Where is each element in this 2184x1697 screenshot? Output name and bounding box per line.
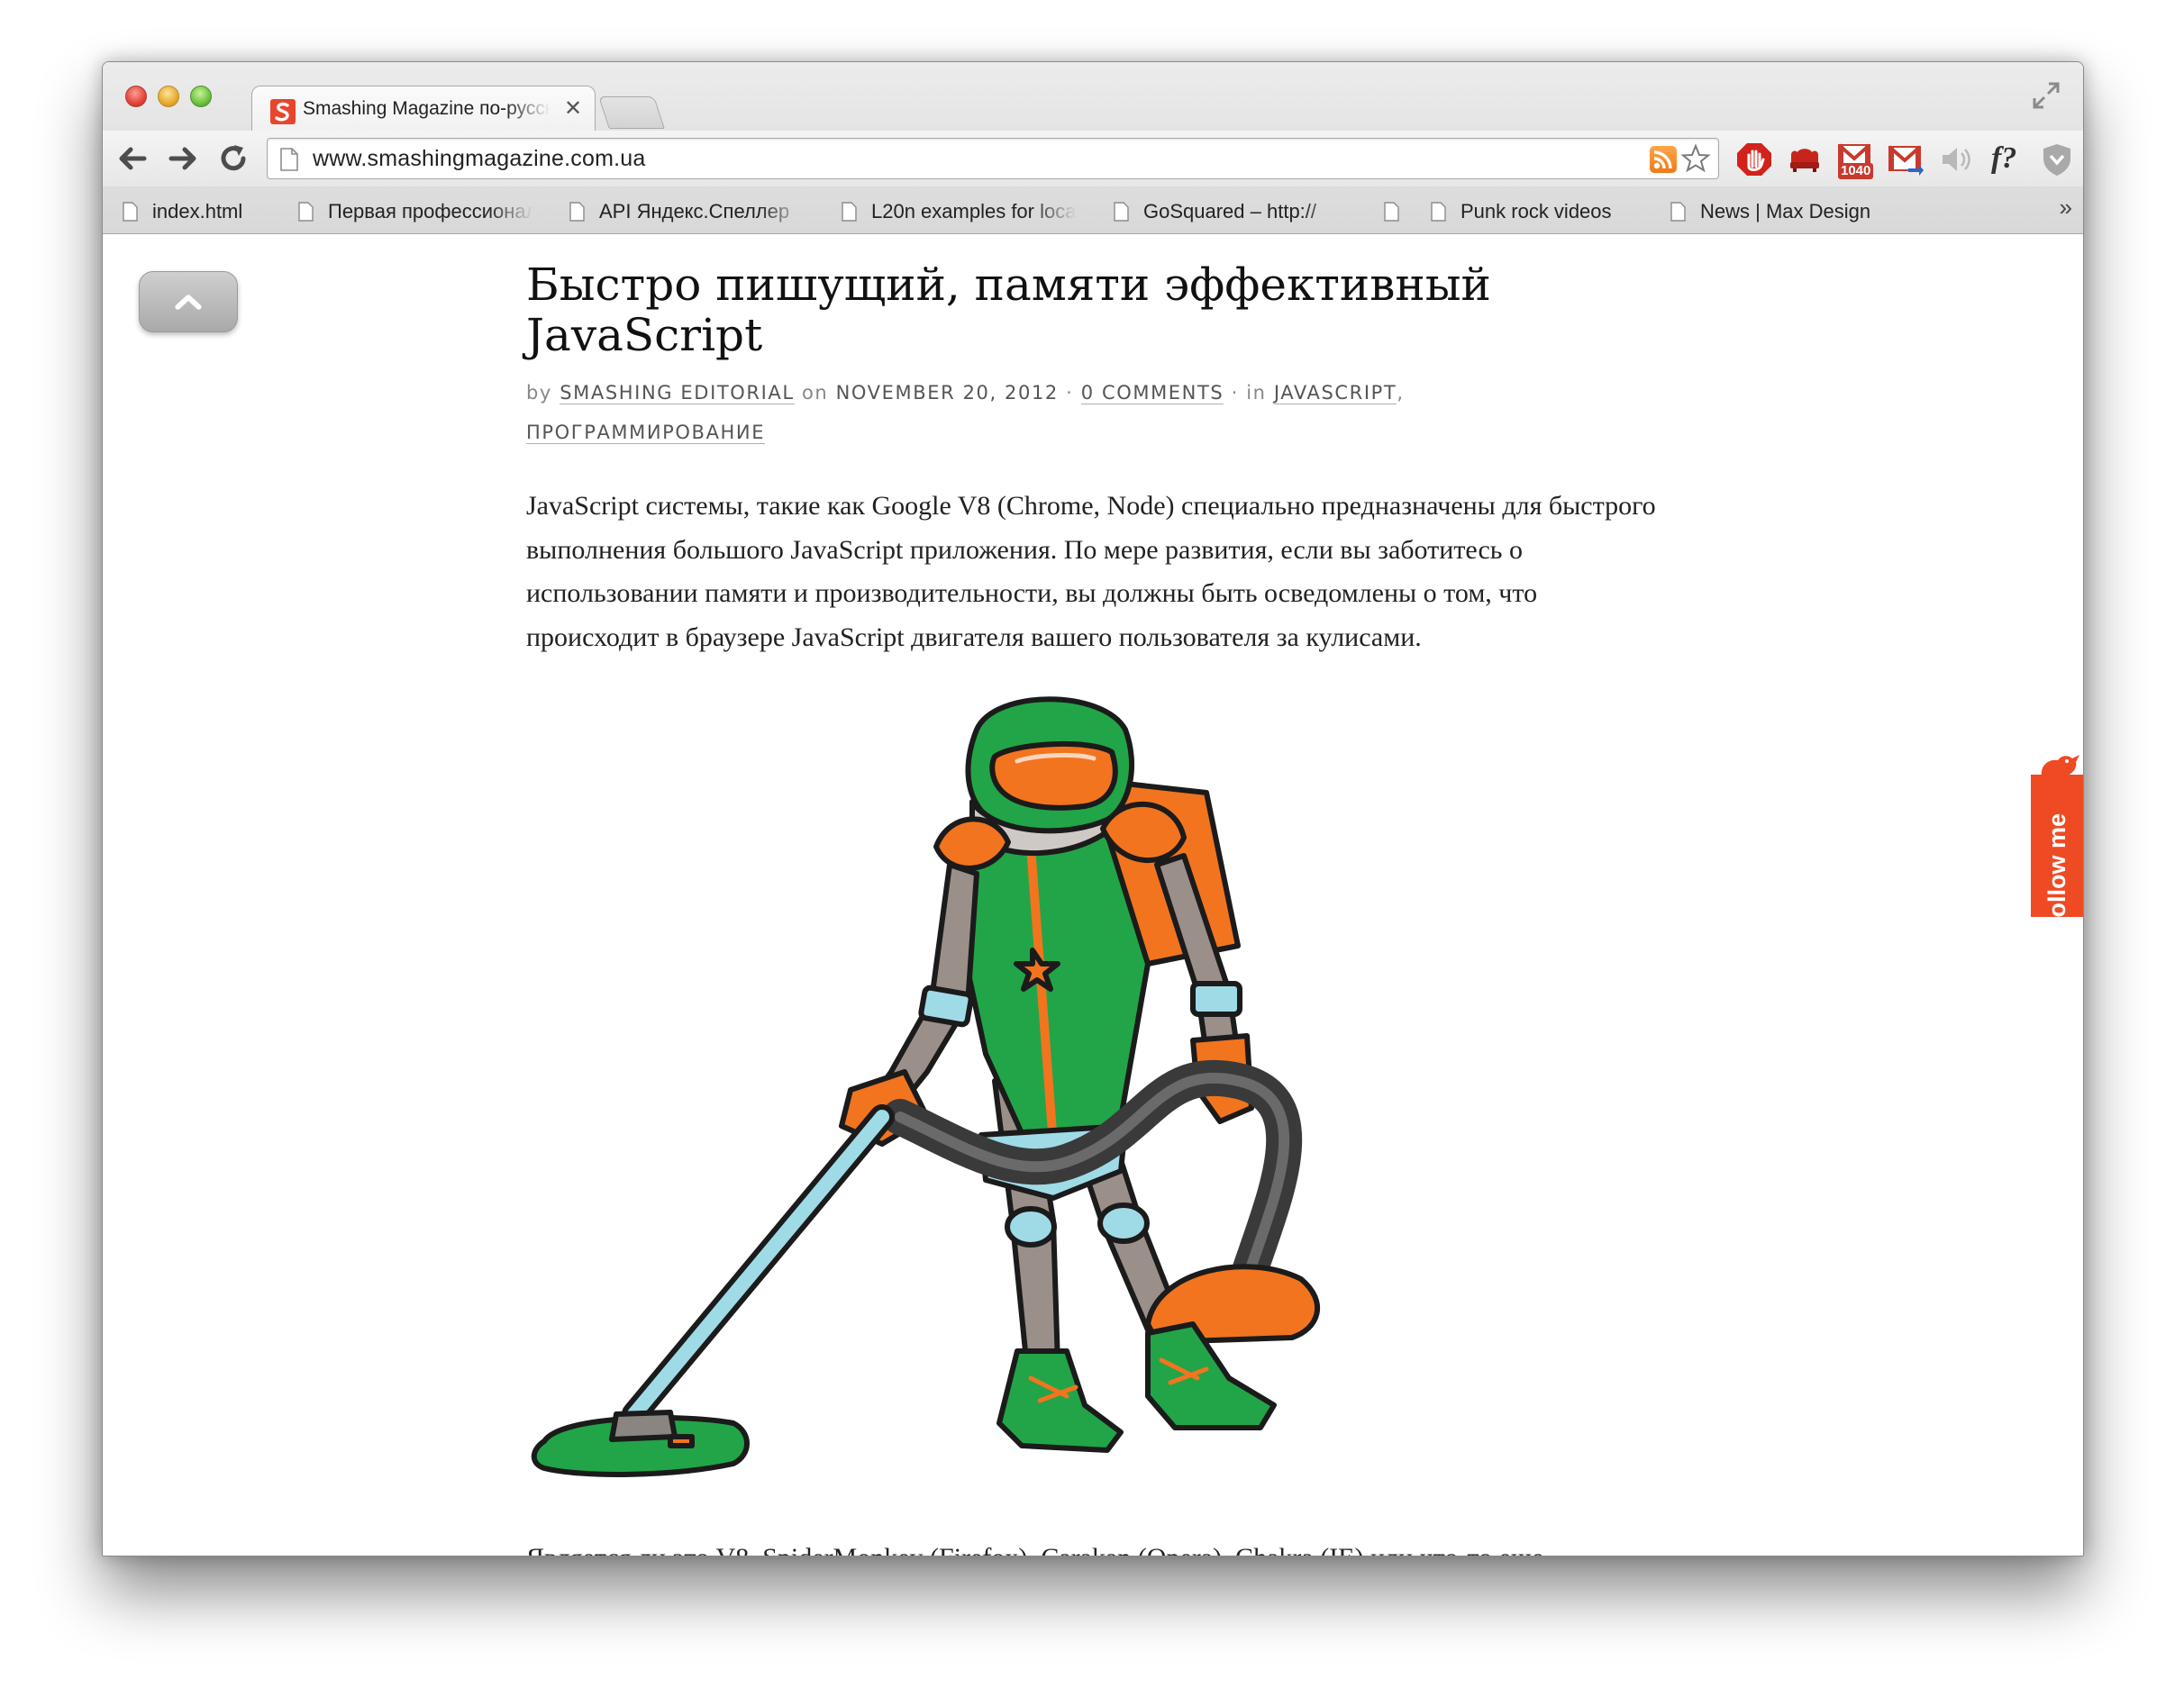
speaker-icon[interactable] <box>1937 141 1975 177</box>
meta-on-label: on <box>801 382 829 404</box>
close-tab-icon[interactable]: ✕ <box>564 95 582 122</box>
page-icon <box>569 202 585 222</box>
page-icon <box>1114 202 1129 222</box>
browser-toolbar: www.smashingmagazine.com.ua 1040 f? <box>103 131 2083 186</box>
article-meta: by Smashing Editorial on November 20, 20… <box>526 373 1661 452</box>
address-url[interactable]: www.smashingmagazine.com.ua <box>313 146 645 172</box>
bookmark-yandex-speller[interactable]: API Яндекс.Спеллер <box>569 199 805 224</box>
article-next-paragraph: Является ли это V8, SpiderMonkey (Firefo… <box>526 1537 1670 1556</box>
zoom-window-button[interactable] <box>190 86 212 107</box>
meta-separator: · <box>1231 382 1239 404</box>
article-intro: JavaScript системы, такие как Google V8 … <box>526 491 1656 652</box>
chevron-up-icon <box>175 295 202 310</box>
arrow-right-icon[interactable] <box>164 140 202 177</box>
page-icon <box>298 202 314 222</box>
adblock-icon[interactable] <box>1735 141 1773 177</box>
gmail-unread-badge: 1040 <box>1838 163 1874 179</box>
author-link[interactable]: Smashing Editorial <box>560 382 795 404</box>
smashing-favicon-icon <box>270 99 296 124</box>
bookmark-label: GoSquared – http:// <box>1143 200 1317 222</box>
category-link-programming[interactable]: Программирование <box>526 422 766 444</box>
bookmark-label: API Яндекс.Спеллер <box>599 200 790 222</box>
arrow-left-icon[interactable] <box>114 140 151 177</box>
tab-title: Smashing Magazine по-русски <box>303 98 551 119</box>
comments-link[interactable]: 0 Comments <box>1080 382 1224 404</box>
bookmarks-bar: index.html Первая профессиональная API Я… <box>103 186 2083 231</box>
meta-comma: , <box>1397 382 1405 404</box>
bookmark-max-design[interactable]: News | Max Design <box>1670 199 1870 224</box>
page-icon <box>280 148 298 171</box>
meta-by-label: by <box>526 382 552 404</box>
page-icon <box>1384 202 1399 222</box>
follow-tab-body: Follow me <box>2031 775 2083 932</box>
new-tab-button[interactable] <box>598 96 665 129</box>
page-content: Быстро пишущий, памяти эффективный JavaS… <box>103 234 2083 1556</box>
meta-in-label: in <box>1246 382 1267 404</box>
bookmark-label: index.html <box>152 200 243 222</box>
whatfont-icon[interactable]: f? <box>1988 141 2025 177</box>
robot-vacuum-illustration <box>531 696 1320 1477</box>
publish-date: November 20, 2012 <box>835 382 1059 404</box>
shield-icon[interactable] <box>2038 141 2076 177</box>
category-link-javascript[interactable]: JavaScript <box>1273 382 1397 404</box>
bookmark-untitled[interactable] <box>1384 199 1414 224</box>
page-icon <box>842 202 857 222</box>
meta-separator: · <box>1066 382 1074 404</box>
follow-me-tab[interactable]: Follow me <box>2031 749 2083 932</box>
address-bar[interactable]: www.smashingmagazine.com.ua <box>267 138 1719 179</box>
bookmark-gosquared[interactable]: GoSquared – http:// <box>1114 199 1349 224</box>
page-icon <box>123 202 138 222</box>
couch-extension-icon[interactable] <box>1786 141 1824 177</box>
scroll-to-top-button[interactable] <box>139 271 238 332</box>
page-icon <box>1670 202 1686 222</box>
page-icon <box>1431 202 1446 222</box>
close-window-button[interactable] <box>125 86 147 107</box>
minimize-window-button[interactable] <box>158 86 179 107</box>
fullscreen-icon[interactable] <box>2029 78 2063 113</box>
browser-chrome: Smashing Magazine по-русски ✕ www.smashi… <box>103 62 2083 234</box>
bookmark-pervaya[interactable]: Первая профессиональная <box>298 199 533 224</box>
bookmark-label: L20n examples for localization <box>871 200 1077 222</box>
gmail-checker-icon[interactable] <box>1887 141 1925 177</box>
bookmark-label: Punk rock videos <box>1461 200 1612 222</box>
bookmarks-overflow-button[interactable]: » <box>2060 194 2072 222</box>
article-title: Быстро пишущий, памяти эффективный JavaS… <box>526 259 1491 361</box>
bookmark-label: News | Max Design <box>1700 200 1871 222</box>
rss-icon[interactable] <box>1650 146 1677 173</box>
tab-smashing-magazine[interactable]: Smashing Magazine по-русски ✕ <box>251 86 596 132</box>
bookmark-l20n[interactable]: L20n examples for localization <box>842 199 1077 224</box>
bookmark-label: Первая профессиональная <box>328 200 533 222</box>
bookmark-index-html[interactable]: index.html <box>123 199 242 224</box>
bookmark-punk-rock-videos[interactable]: Punk rock videos <box>1431 199 1612 224</box>
gmail-notifier-icon[interactable]: 1040 <box>1836 141 1874 179</box>
browser-window: Smashing Magazine по-русски ✕ www.smashi… <box>102 61 2084 1556</box>
star-icon[interactable] <box>1680 143 1711 174</box>
reload-icon[interactable] <box>214 140 252 177</box>
follow-label: Follow me <box>2043 813 2070 933</box>
